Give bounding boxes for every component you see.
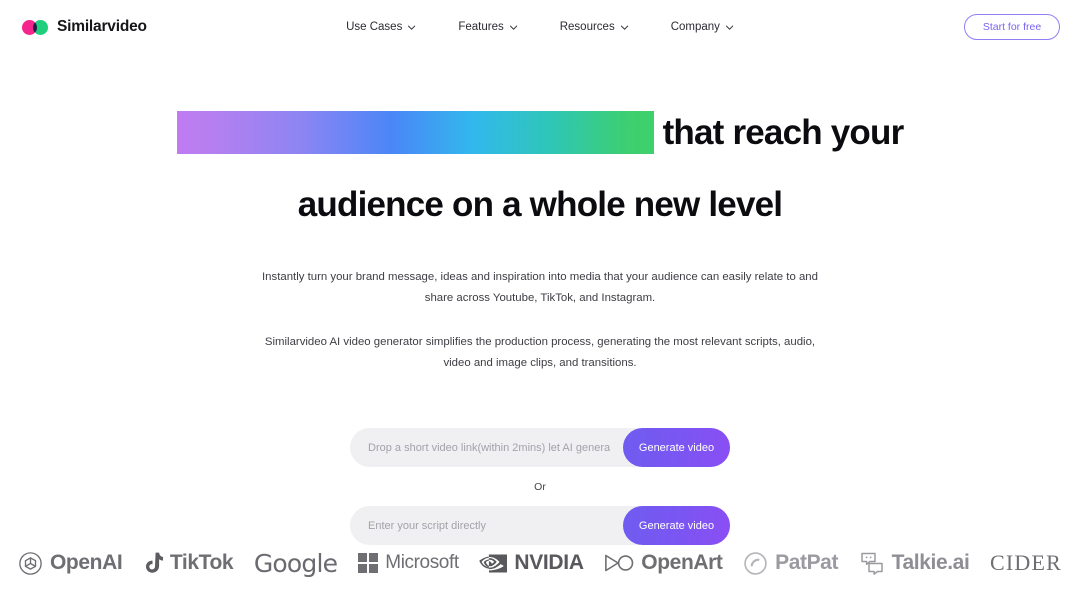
generate-video-button-link[interactable]: Generate video [623,428,730,467]
gradient-highlight-bar [176,110,654,154]
nav-item-resources[interactable]: Resources [560,21,629,33]
logo-nvidia: NVIDIA [479,551,584,575]
chevron-down-icon [407,23,416,32]
primary-nav: Use Cases Features Resources Company [346,21,734,33]
nav-item-label: Company [670,21,720,33]
logo-label: Google [253,548,338,578]
talkie-bubble-icon [859,551,885,575]
partner-logo-strip: OpenAI TikTok Google Microsoft NVIDIA Op… [0,540,1080,586]
or-divider: Or [534,481,546,493]
logo-label: CIDER [989,550,1062,575]
logo-label: Microsoft [385,552,459,573]
site-header: Similarvideo Use Cases Features Resource… [0,0,1080,54]
logo-google: Google [253,548,338,578]
logo-patpat: PatPat [743,551,838,576]
tiktok-icon [143,552,163,575]
logo-openai: OpenAI [18,551,123,576]
chevron-down-icon [725,23,734,32]
hero-section: that reach your audience on a whole new … [0,102,1080,545]
logo-cider: CIDER [990,550,1062,576]
chevron-down-icon [620,23,629,32]
logo-microsoft: Microsoft [357,552,459,574]
logo-talkie: Talkie.ai [859,551,970,575]
logo-label: NVIDIA [514,551,584,574]
nav-item-label: Use Cases [346,21,403,33]
headline-line-1: that reach your [0,102,1080,162]
microsoft-grid-icon [357,552,379,574]
logo-label: PatPat [775,551,839,574]
video-link-row: Generate video [350,428,730,467]
brand-name: Similarvideo [57,18,147,35]
patpat-circle-icon [743,551,768,576]
nav-item-use-cases[interactable]: Use Cases [346,21,416,33]
hero-paragraph-1: Instantly turn your brand message, ideas… [262,271,818,304]
brand-logo[interactable]: Similarvideo [22,18,147,36]
chevron-down-icon [509,23,518,32]
logo-label: OpenArt [641,551,723,574]
headline-suffix-text: that reach your [662,112,905,152]
nvidia-eye-icon [479,553,508,573]
hero-paragraph-2: Similarvideo AI video generator simplifi… [264,336,816,369]
start-for-free-button[interactable]: Start for free [964,14,1060,40]
nav-item-label: Resources [559,21,615,33]
openai-icon [18,551,43,576]
nav-item-company[interactable]: Company [671,21,734,33]
nav-item-label: Features [458,21,504,33]
logo-tiktok: TikTok [143,551,234,575]
logo-label: Talkie.ai [891,551,970,574]
generation-forms: Generate video Or Generate video [0,428,1080,545]
nav-item-features[interactable]: Features [458,21,517,33]
openart-icon [604,552,634,574]
logo-openart: OpenArt [604,551,723,575]
similarvideo-logo-icon [22,19,48,35]
logo-label: TikTok [169,551,234,574]
logo-label: OpenAI [50,551,123,574]
headline-line-2: audience on a whole new level [297,185,783,224]
